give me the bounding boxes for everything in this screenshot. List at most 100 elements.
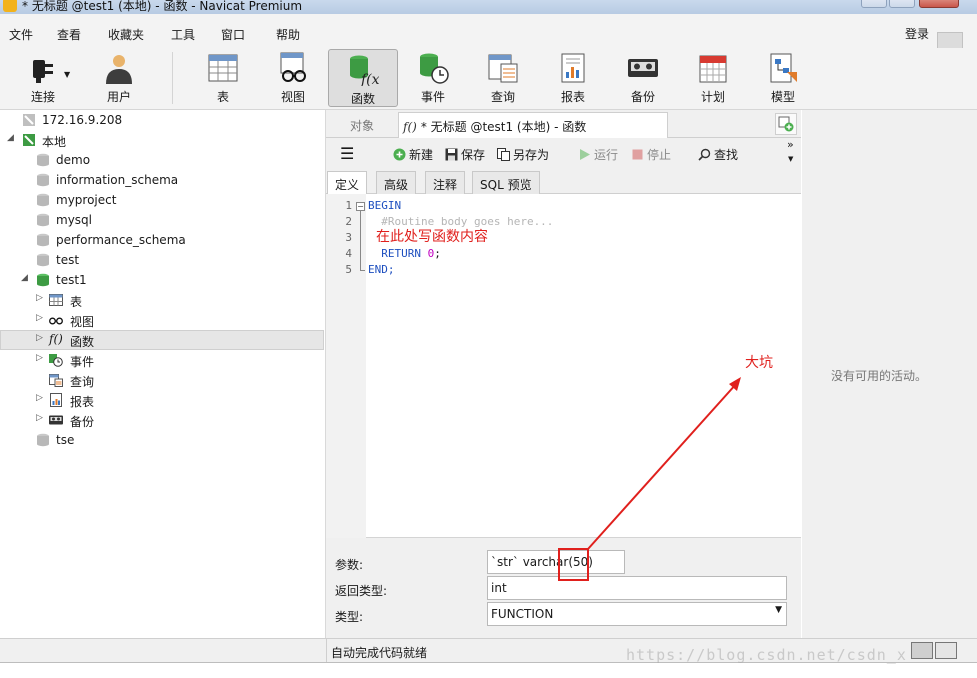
tree-label: 备份 (70, 415, 95, 429)
toolbar-backup-button[interactable]: 备份 (608, 48, 678, 108)
tree-label: 查询 (70, 375, 95, 389)
collapsed-arrow-icon[interactable]: ▷ (36, 353, 43, 363)
tab-function-document[interactable]: f() * 无标题 @test1 (本地) - 函数 (398, 112, 668, 138)
toolbar-schedule-button[interactable]: 计划 (678, 48, 748, 108)
collapsed-arrow-icon[interactable]: ▷ (36, 413, 43, 423)
toolbar-report-button[interactable]: 报表 (538, 48, 608, 108)
tree-connection-local[interactable]: ◢ 本地 (0, 130, 324, 150)
menu-view[interactable]: 查看 (57, 26, 81, 43)
new-tab-button[interactable] (775, 113, 797, 135)
line-number: 3 (345, 231, 352, 244)
maximize-button[interactable] (889, 0, 915, 8)
run-button[interactable]: 运行 (578, 146, 618, 163)
toolbar-function-button[interactable]: f(x) 函数 (328, 49, 398, 107)
toolbar-event-label: 事件 (420, 90, 445, 104)
find-button[interactable]: 查找 (698, 146, 738, 163)
tree-db-performance-schema[interactable]: performance_schema (0, 230, 324, 250)
line-number: 1 (345, 199, 352, 212)
code-keyword: RETURN (368, 247, 428, 260)
return-type-field[interactable]: int (487, 576, 787, 600)
tree-label: 表 (70, 295, 83, 309)
tree-db-test1[interactable]: ◢ test1 (0, 270, 324, 290)
minimize-button[interactable] (861, 0, 887, 8)
menu-window[interactable]: 窗口 (221, 26, 245, 43)
no-activity-message: 没有可用的活动。 (831, 369, 928, 383)
new-button[interactable]: 新建 (393, 146, 433, 163)
close-button[interactable] (919, 0, 959, 8)
connect-dropdown-chevron-icon[interactable]: ▼ (64, 70, 70, 79)
stop-button[interactable]: 停止 (631, 146, 671, 163)
view-toggle-right-button[interactable] (935, 642, 957, 659)
return-type-label: 返回类型: (335, 584, 388, 598)
save-label: 保存 (461, 148, 486, 162)
save-disk-icon (445, 148, 458, 161)
expanded-arrow-icon[interactable]: ◢ (21, 273, 28, 283)
expanded-arrow-icon[interactable]: ◢ (7, 133, 14, 143)
menu-favorites[interactable]: 收藏夹 (108, 26, 144, 43)
save-button[interactable]: 保存 (445, 146, 485, 163)
tree-connection-remote[interactable]: 172.16.9.208 (0, 110, 324, 130)
tree-db-demo[interactable]: demo (0, 150, 324, 170)
view-toggle-left-button[interactable] (911, 642, 933, 659)
line-number: 2 (345, 215, 352, 228)
type-select[interactable]: FUNCTION ▼ (487, 602, 787, 626)
definition-tabs: 定义 高级 注释 SQL 预览 (326, 170, 801, 195)
login-link[interactable]: 登录 (905, 25, 929, 42)
menu-tools[interactable]: 工具 (171, 26, 195, 43)
toolbar-user-button[interactable]: 用户 (84, 48, 154, 108)
overflow-dropdown-icon[interactable]: ▼ (788, 155, 793, 163)
menu-hamburger-icon[interactable]: ☰ (340, 144, 354, 163)
tree-db-information-schema[interactable]: information_schema (0, 170, 324, 190)
menu-bar: 文件 查看 收藏夹 工具 窗口 帮助 登录 (0, 14, 977, 62)
tab-comment[interactable]: 注释 (425, 171, 466, 194)
tree-db-mysql[interactable]: mysql (0, 210, 324, 230)
tree-views[interactable]: ▷ 视图 (0, 310, 324, 330)
toolbar-separator (172, 52, 173, 104)
params-field[interactable]: `str` varchar(50) (487, 550, 625, 574)
backup-tape-icon (628, 59, 658, 77)
tab-sql-preview[interactable]: SQL 预览 (472, 171, 540, 194)
toolbar-query-button[interactable]: 查询 (468, 48, 538, 108)
toolbar-table-button[interactable]: 表 (188, 48, 258, 108)
toolbar-view-button[interactable]: 视图 (258, 48, 328, 108)
tree-db-myproject[interactable]: myproject (0, 190, 324, 210)
tree-label: 函数 (70, 335, 95, 349)
collapsed-arrow-icon[interactable]: ▷ (36, 313, 43, 323)
menu-help[interactable]: 帮助 (276, 26, 300, 43)
tree-reports[interactable]: ▷ 报表 (0, 390, 324, 410)
tree-events[interactable]: ▷ 事件 (0, 350, 324, 370)
tree-queries[interactable]: 查询 (0, 370, 324, 390)
fold-toggle-icon[interactable]: − (356, 202, 365, 211)
overflow-chevron-icon[interactable]: » (787, 138, 794, 151)
collapsed-arrow-icon[interactable]: ▷ (36, 393, 43, 403)
connection-tree: 172.16.9.208 ◢ 本地 demo information_schem… (0, 110, 326, 638)
function-icon: f(x) (350, 55, 379, 86)
tree-label: 172.16.9.208 (42, 113, 123, 127)
toolbar-model-button[interactable]: 模型 (748, 48, 818, 108)
event-clock-icon (420, 53, 449, 84)
tree-backups[interactable]: ▷ 备份 (0, 410, 324, 430)
tab-advanced[interactable]: 高级 (376, 171, 417, 194)
tab-objects[interactable]: 对象 (326, 112, 398, 137)
toolbar-connect-button[interactable]: ▼ 连接 (8, 48, 78, 108)
svg-text:f(x): f(x) (360, 72, 379, 86)
save-as-button[interactable]: 另存为 (497, 146, 549, 163)
toolbar-function-label: 函数 (350, 92, 375, 106)
table-icon (49, 294, 63, 306)
new-label: 新建 (409, 148, 434, 162)
tab-definition[interactable]: 定义 (327, 171, 368, 195)
database-gray-icon (37, 433, 49, 447)
tree-functions[interactable]: ▷ f() 函数 (0, 330, 324, 350)
report-icon (50, 393, 62, 407)
collapsed-arrow-icon[interactable]: ▷ (36, 293, 43, 303)
toolbar-event-button[interactable]: 事件 (398, 48, 468, 108)
tree-tables[interactable]: ▷ 表 (0, 290, 324, 310)
tree-db-tse[interactable]: tse (0, 430, 324, 450)
menu-file[interactable]: 文件 (9, 26, 33, 43)
tree-db-test[interactable]: test (0, 250, 324, 270)
database-gray-icon (37, 253, 49, 267)
collapsed-arrow-icon[interactable]: ▷ (36, 333, 43, 343)
main-toolbar: ▼ 连接 用户 表 视图 f(x) 函数 事件 查询 报表 备份 计划 模型 (0, 48, 977, 110)
tree-label: 本地 (42, 135, 67, 149)
title-bar: * 无标题 @test1 (本地) - 函数 - Navicat Premium (0, 0, 977, 14)
